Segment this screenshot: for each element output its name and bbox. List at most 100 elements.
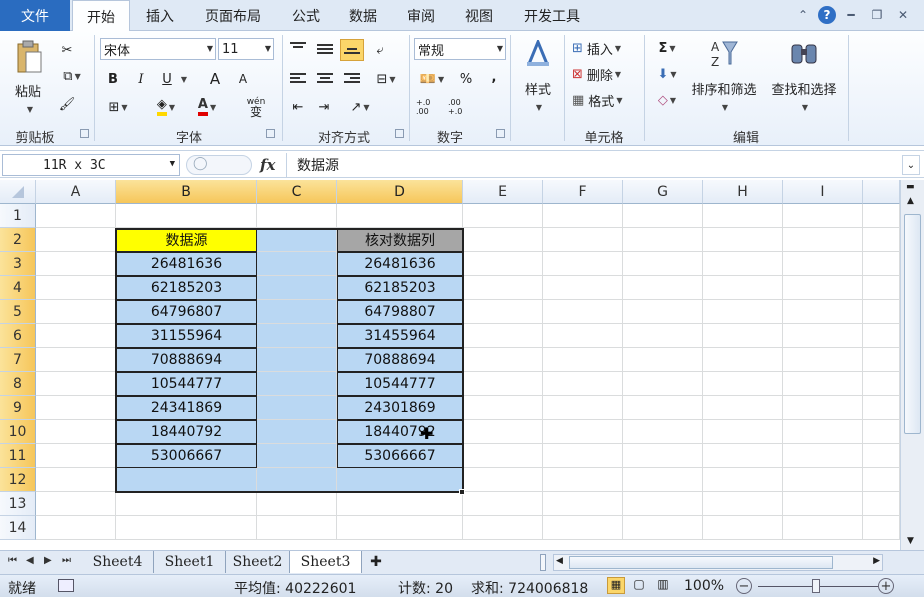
increase-decimal-button[interactable]: +.0 .00 (416, 97, 440, 117)
cell[interactable] (863, 516, 900, 540)
cell[interactable] (463, 420, 543, 444)
worksheet-grid[interactable]: A B C D E F G H I 1 2 数据源 核对数据列 3 26481636 264… (0, 180, 924, 550)
cell[interactable] (257, 396, 337, 420)
cell[interactable] (36, 276, 116, 300)
cell[interactable] (543, 420, 623, 444)
cell[interactable] (863, 492, 900, 516)
cell[interactable] (257, 444, 337, 468)
cell[interactable] (116, 492, 257, 516)
first-sheet-icon[interactable]: ⏮ (8, 555, 17, 566)
row-header-9[interactable]: 9 (0, 396, 36, 420)
cell[interactable] (463, 276, 543, 300)
cell[interactable] (36, 228, 116, 252)
row-header-10[interactable]: 10 (0, 420, 36, 444)
cell[interactable] (543, 252, 623, 276)
column-header-h[interactable]: H (703, 180, 783, 204)
column-header-partial[interactable] (863, 180, 900, 204)
zoom-slider-knob[interactable] (812, 579, 820, 593)
align-left-icon[interactable] (290, 73, 306, 85)
cell[interactable] (703, 372, 783, 396)
alignment-launcher-icon[interactable] (395, 129, 404, 138)
formula-expand-icon[interactable]: ⌄ (902, 155, 920, 175)
cell[interactable] (257, 324, 337, 348)
row-header-6[interactable]: 6 (0, 324, 36, 348)
zoom-in-icon[interactable]: + (878, 578, 894, 594)
cell[interactable] (863, 444, 900, 468)
column-header-g[interactable]: G (623, 180, 703, 204)
cell[interactable] (543, 444, 623, 468)
scroll-down-icon[interactable]: ▼ (907, 536, 914, 546)
row-header-12[interactable]: 12 (0, 468, 36, 492)
data-cell-b[interactable]: 70888694 (116, 348, 257, 372)
cell[interactable] (783, 324, 863, 348)
window-close-icon[interactable]: ✕ (894, 6, 912, 24)
cell[interactable] (703, 444, 783, 468)
row-header-13[interactable]: 13 (0, 492, 36, 516)
cell[interactable] (863, 468, 900, 492)
find-select-dropdown-icon[interactable]: ▼ (798, 99, 810, 114)
cell[interactable] (783, 204, 863, 228)
delete-cells-button[interactable]: ⊠ 删除 ▼ (572, 64, 642, 84)
cell[interactable] (543, 468, 623, 492)
insert-cells-button[interactable]: ⊞ 插入 ▼ (572, 38, 642, 58)
percent-style-button[interactable]: % (456, 69, 476, 89)
cell[interactable] (623, 468, 703, 492)
cell[interactable] (623, 372, 703, 396)
cell[interactable] (783, 396, 863, 420)
horizontal-scrollbar[interactable]: ◀ ▶ (553, 554, 883, 571)
merge-center-icon[interactable]: ⊟ ▼ (372, 69, 400, 89)
cell[interactable] (623, 444, 703, 468)
cell[interactable] (116, 204, 257, 228)
cell[interactable] (703, 420, 783, 444)
column-header-d[interactable]: D (337, 180, 463, 204)
data-cell-d[interactable]: 10544777 (337, 372, 463, 396)
vertical-scroll-thumb[interactable] (904, 214, 921, 434)
prev-sheet-icon[interactable]: ◀ (26, 555, 34, 566)
cell[interactable] (36, 348, 116, 372)
cell[interactable] (116, 516, 257, 540)
data-cell-d[interactable]: 18440792 (337, 420, 463, 444)
cell[interactable] (36, 468, 116, 492)
cell[interactable] (623, 228, 703, 252)
wrap-text-icon[interactable]: ⤶ (370, 39, 390, 61)
column-header-i[interactable]: I (783, 180, 863, 204)
cell[interactable] (783, 468, 863, 492)
find-select-button[interactable]: 查找和选择 (766, 79, 842, 98)
cell[interactable] (623, 492, 703, 516)
sheet-tab-sheet3[interactable]: Sheet3 (290, 551, 362, 573)
zoom-out-icon[interactable]: − (736, 578, 752, 594)
cell[interactable] (623, 420, 703, 444)
align-top-icon[interactable] (290, 42, 306, 54)
cell[interactable] (863, 324, 900, 348)
phonetic-button[interactable]: wén 变 (236, 95, 276, 119)
tab-insert[interactable]: 插入 (135, 0, 185, 31)
data-cell-d[interactable]: 62185203 (337, 276, 463, 300)
zoom-level[interactable]: 100% (684, 578, 724, 594)
next-sheet-icon[interactable]: ▶ (44, 555, 52, 566)
macro-record-icon[interactable] (58, 579, 74, 592)
cell[interactable] (463, 228, 543, 252)
data-cell-b[interactable]: 31155964 (116, 324, 257, 348)
fill-icon[interactable]: ⬇ ▼ (652, 64, 682, 84)
cell[interactable] (863, 420, 900, 444)
help-icon[interactable]: ? (818, 6, 836, 24)
cell[interactable] (36, 396, 116, 420)
column-header-f[interactable]: F (543, 180, 623, 204)
cell[interactable] (783, 228, 863, 252)
find-select-icon[interactable] (788, 37, 820, 71)
window-restore-icon[interactable]: ❐ (868, 6, 886, 24)
data-cell-d[interactable]: 26481636 (337, 252, 463, 276)
cell[interactable] (863, 204, 900, 228)
number-launcher-icon[interactable] (496, 129, 505, 138)
scroll-up-icon[interactable]: ▲ (907, 196, 914, 206)
insert-function-icon[interactable]: fx (260, 156, 275, 174)
sort-filter-icon[interactable]: AZ (708, 37, 740, 71)
cell[interactable] (257, 468, 337, 492)
column-header-a[interactable]: A (36, 180, 116, 204)
cell[interactable] (337, 516, 463, 540)
cell[interactable] (257, 276, 337, 300)
cell[interactable] (463, 396, 543, 420)
cell[interactable] (623, 396, 703, 420)
cell[interactable] (703, 516, 783, 540)
data-cell-b[interactable]: 53006667 (116, 444, 257, 468)
